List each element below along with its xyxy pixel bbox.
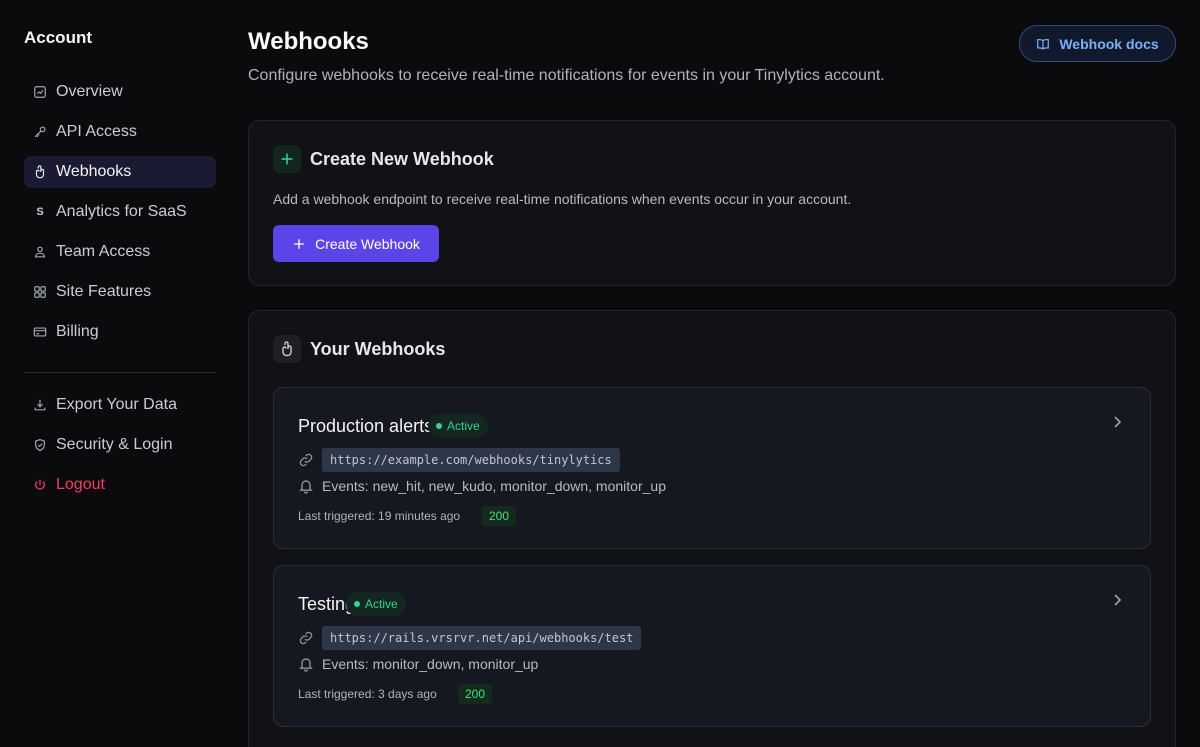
sidebar-divider: [24, 372, 216, 373]
sidebar-item-label: Logout: [56, 476, 105, 493]
webhook-last-triggered: Last triggered: 3 days ago: [298, 687, 437, 701]
sidebar-item-label: Export Your Data: [56, 396, 177, 413]
status-label: Active: [447, 419, 480, 433]
saas-icon: S: [33, 205, 47, 219]
book-icon: [1037, 38, 1050, 50]
sidebar-secondary-nav: Export Your Data Security & Login Logout: [24, 389, 216, 509]
sidebar-item-logout[interactable]: Logout: [24, 469, 216, 501]
sidebar-item-analytics-saas[interactable]: S Analytics for SaaS: [24, 196, 216, 228]
sidebar-item-billing[interactable]: Billing: [24, 316, 216, 348]
sidebar-item-label: Analytics for SaaS: [56, 203, 187, 220]
webhooks-list-card: Your Webhooks Production alerts Active h…: [248, 310, 1176, 747]
bell-icon: [299, 658, 313, 672]
status-badge: Active: [346, 592, 406, 616]
grid-icon: [33, 285, 47, 299]
sidebar-item-security-login[interactable]: Security & Login: [24, 429, 216, 461]
saas-glyph: S: [36, 206, 44, 218]
response-code-badge: 200: [458, 684, 493, 704]
shield-icon: [33, 438, 47, 452]
link-icon: [299, 453, 313, 467]
chevron-right-icon: [1114, 594, 1122, 606]
sidebar-item-site-features[interactable]: Site Features: [24, 276, 216, 308]
webhooks-list-header: Your Webhooks: [273, 335, 445, 363]
chevron-right-icon: [1114, 416, 1122, 428]
chart-icon: [33, 85, 47, 99]
sidebar-title: Account: [24, 28, 92, 47]
credit-card-icon: [33, 325, 47, 339]
webhook-events: Events: new_hit, new_kudo, monitor_down,…: [322, 478, 666, 494]
sidebar-item-export-data[interactable]: Export Your Data: [24, 389, 216, 421]
sidebar-item-api-access[interactable]: API Access: [24, 116, 216, 148]
create-webhook-button[interactable]: Create Webhook: [273, 225, 439, 262]
page-subtitle: Configure webhooks to receive real-time …: [248, 67, 885, 84]
sidebar-item-label: Webhooks: [56, 163, 132, 180]
create-webhook-title: Create New Webhook: [310, 148, 494, 169]
sidebar-item-overview[interactable]: Overview: [24, 76, 216, 108]
sidebar-item-webhooks[interactable]: Webhooks: [24, 156, 216, 188]
key-icon: [33, 125, 47, 139]
sidebar-nav: Overview API Access Webhooks S Analytics…: [24, 76, 216, 356]
status-dot: [354, 601, 360, 607]
webhook-events: Events: monitor_down, monitor_up: [322, 656, 539, 672]
power-icon: [33, 478, 47, 492]
bell-icon: [299, 480, 313, 494]
webhook-icon: [33, 165, 47, 179]
webhook-item[interactable]: Testing Active https://rails.vrsrvr.net/…: [273, 565, 1151, 727]
webhook-url: https://rails.vrsrvr.net/api/webhooks/te…: [322, 626, 642, 650]
create-webhook-header: Create New Webhook: [273, 145, 494, 173]
sidebar-item-label: Team Access: [56, 243, 151, 260]
plus-icon: [294, 238, 304, 249]
sidebar-item-label: API Access: [56, 123, 137, 140]
webhook-icon: [273, 335, 301, 363]
sidebar-item-label: Billing: [56, 323, 99, 340]
webhook-url: https://example.com/webhooks/tinylytics: [322, 448, 620, 472]
link-icon: [299, 631, 313, 645]
webhook-last-triggered: Last triggered: 19 minutes ago: [298, 509, 461, 523]
team-icon: [33, 245, 47, 259]
sidebar-item-team-access[interactable]: Team Access: [24, 236, 216, 268]
webhooks-list-title: Your Webhooks: [310, 338, 446, 359]
webhook-docs-label: Webhook docs: [1059, 35, 1159, 52]
create-webhook-description: Add a webhook endpoint to receive real-t…: [273, 191, 852, 207]
sidebar-item-label: Overview: [56, 83, 123, 100]
status-label: Active: [365, 597, 398, 611]
response-code-badge: 200: [482, 506, 517, 526]
app-root: Account Overview API Access Webhooks S A…: [0, 0, 1200, 747]
create-webhook-button-label: Create Webhook: [315, 235, 420, 252]
status-badge: Active: [428, 414, 488, 438]
sidebar-item-label: Security & Login: [56, 436, 173, 453]
webhook-docs-button[interactable]: Webhook docs: [1019, 25, 1176, 62]
page-title: Webhooks: [248, 28, 369, 55]
download-icon: [33, 398, 47, 412]
webhook-item[interactable]: Production alerts Active https://example…: [273, 387, 1151, 549]
status-dot: [436, 423, 442, 429]
webhook-name: Production alerts: [298, 416, 434, 436]
plus-icon: [273, 145, 301, 173]
create-webhook-card: Create New Webhook Add a webhook endpoin…: [248, 120, 1176, 286]
sidebar-item-label: Site Features: [56, 283, 152, 300]
